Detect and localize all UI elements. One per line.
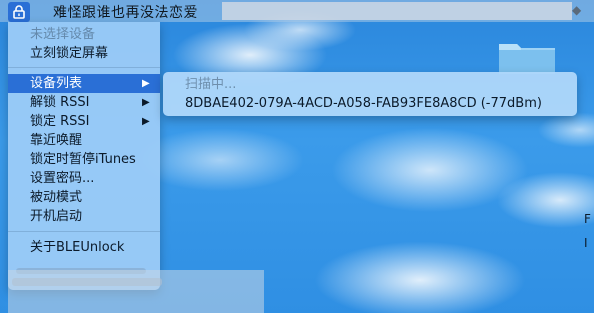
- bleunlock-menubar-button[interactable]: [8, 2, 30, 22]
- folder-icon[interactable]: [497, 38, 557, 74]
- edge-text: F: [584, 212, 591, 226]
- submenu-item-scanning: 扫描中...: [185, 77, 237, 92]
- menu-item-launch-at-login[interactable]: 开机启动: [8, 207, 160, 226]
- menu-item-device-list[interactable]: 设备列表 ▶: [8, 74, 160, 93]
- menu-separator: [8, 231, 160, 232]
- device-list-submenu: 扫描中... 8DBAE402-079A-4ACD-A058-FAB93FE8A…: [163, 72, 577, 116]
- lock-icon: [13, 5, 25, 19]
- menu-item-no-device: 未选择设备: [30, 27, 96, 42]
- submenu-arrow-icon: ▶: [142, 116, 150, 127]
- blurred-region: [8, 270, 264, 313]
- menu-item-lock-now[interactable]: 立刻锁定屏幕: [8, 44, 160, 63]
- menu-item-lock-rssi[interactable]: 锁定 RSSI ▶: [8, 112, 160, 131]
- menu-item-set-password[interactable]: 设置密码...: [8, 169, 160, 188]
- edge-text: I: [584, 236, 588, 250]
- menubar-now-playing-title[interactable]: 难怪跟谁也再没法恋爱: [53, 2, 198, 22]
- submenu-item-device[interactable]: 8DBAE402-079A-4ACD-A058-FAB93FE8A8CD (-7…: [163, 94, 577, 113]
- menubar-blurred-area: [222, 2, 572, 20]
- menu-bar: 难怪跟谁也再没法恋爱 ◆: [0, 0, 594, 22]
- submenu-arrow-icon: ▶: [142, 97, 150, 108]
- menu-item-passive-mode[interactable]: 被动模式: [8, 188, 160, 207]
- menu-item-wake-on-proximity[interactable]: 靠近唤醒: [8, 131, 160, 150]
- bleunlock-menu: 未选择设备 立刻锁定屏幕 设备列表 ▶ 解锁 RSSI ▶ 锁定 RSSI ▶ …: [8, 22, 162, 290]
- menubar-status-icon[interactable]: ◆: [572, 3, 581, 17]
- menu-item-about[interactable]: 关于BLEUnlock: [8, 238, 160, 257]
- submenu-arrow-icon: ▶: [142, 78, 150, 89]
- menu-separator: [8, 67, 160, 68]
- menu-item-pause-itunes[interactable]: 锁定时暂停iTunes: [8, 150, 160, 169]
- menu-item-unlock-rssi[interactable]: 解锁 RSSI ▶: [8, 93, 160, 112]
